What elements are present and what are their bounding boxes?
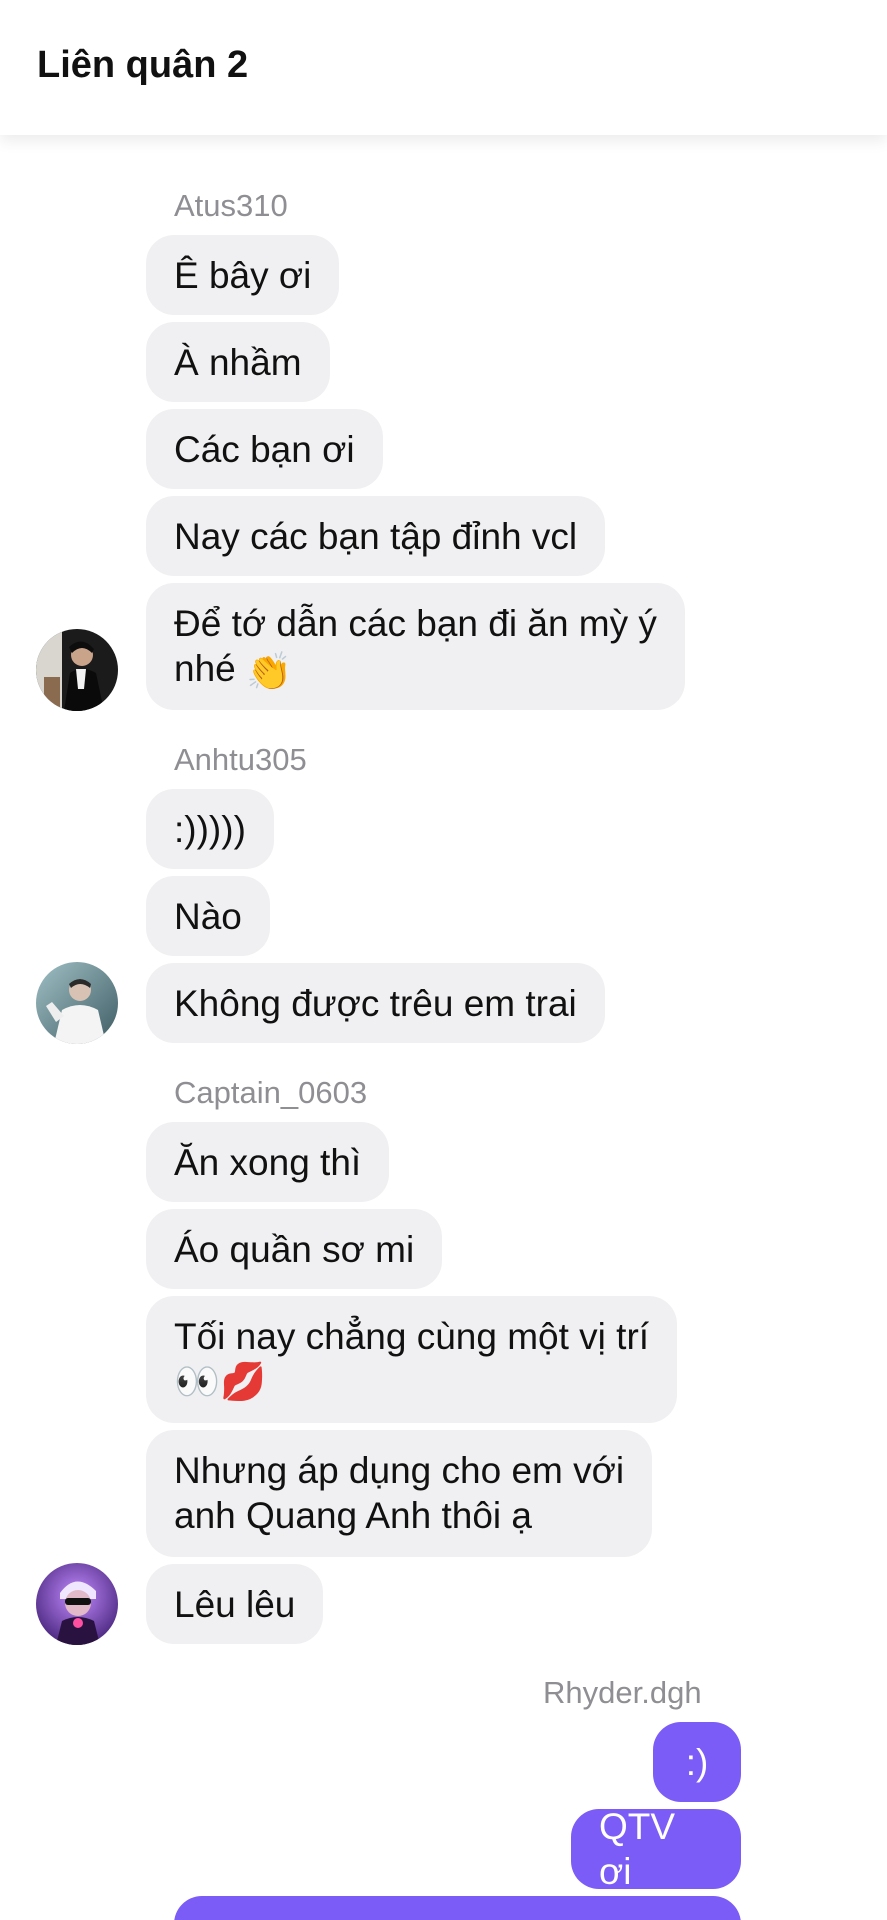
message-bubble[interactable]: Nào [146,876,270,956]
eyes-and-kiss-icon: 👀💋 [174,1361,267,1402]
message-text: Các bạn ơi [174,428,355,470]
message-text-line: Tối nay chẳng cùng một vị trí [174,1316,650,1357]
message-bubble-outgoing[interactable]: :) [653,1722,741,1802]
message-bubble[interactable]: Tối nay chẳng cùng một vị trí 👀💋 [146,1296,678,1423]
chat-screen: Liên quân 2 Atus310 Ê bây ơi À nhầm Các … [0,0,887,1920]
message-bubble[interactable]: :))))) [146,789,274,869]
sender-name: Anhtu305 [174,742,307,777]
message-text-line: Để tớ dẫn các bạn đi ăn mỳ ý [174,603,657,644]
message-bubble[interactable]: Lêu lêu [146,1564,324,1644]
message-text: QTV ơi [599,1806,676,1892]
message-text: Áo quần sơ mi [174,1228,415,1270]
message-bubble[interactable]: Nhưng áp dụng cho em với anh Quang Anh t… [146,1430,653,1557]
message-text: Lêu lêu [174,1583,296,1625]
message-text: Nào [174,895,242,937]
message-bubble[interactable]: À nhầm [146,322,330,402]
sender-name: Atus310 [174,188,288,223]
message-bubble[interactable]: Để tớ dẫn các bạn đi ăn mỳ ý nhé 👏 [146,583,685,710]
chat-title: Liên quân 2 [37,44,249,86]
message-bubble[interactable]: Nay các bạn tập đỉnh vcl [146,496,606,576]
message-bubble-outgoing[interactable] [174,1896,741,1920]
message-text: :) [685,1741,709,1783]
sender-name: Rhyder.dgh [543,1675,702,1710]
message-text-line: anh Quang Anh thôi ạ [174,1495,532,1536]
message-text-line: nhé 👏 [174,646,657,694]
message-text: Ê bây ơi [174,254,312,296]
avatar-captain0603[interactable] [36,1563,118,1645]
message-text-line: Nhưng áp dụng cho em với [174,1450,625,1491]
avatar-anhtu305[interactable] [36,962,118,1044]
message-bubble[interactable]: Không được trêu em trai [146,963,605,1043]
message-text: Không được trêu em trai [174,982,577,1024]
message-text: Nay các bạn tập đỉnh vcl [174,515,578,557]
message-text: Ăn xong thì [174,1141,362,1183]
message-text: À nhầm [174,341,302,383]
message-bubble[interactable]: Ăn xong thì [146,1122,390,1202]
message-text: :))))) [174,808,246,850]
message-text: nhé [174,648,236,689]
chat-header: Liên quân 2 [0,0,887,135]
message-bubble-outgoing[interactable]: QTV ơi [571,1806,741,1892]
clapping-hands-icon: 👏 [246,650,293,692]
message-bubble[interactable]: Ê bây ơi [146,235,340,315]
sender-name: Captain_0603 [174,1075,368,1110]
message-bubble[interactable]: Áo quần sơ mi [146,1209,443,1289]
message-bubble[interactable]: Các bạn ơi [146,409,383,489]
avatar-atus310[interactable] [36,629,118,711]
